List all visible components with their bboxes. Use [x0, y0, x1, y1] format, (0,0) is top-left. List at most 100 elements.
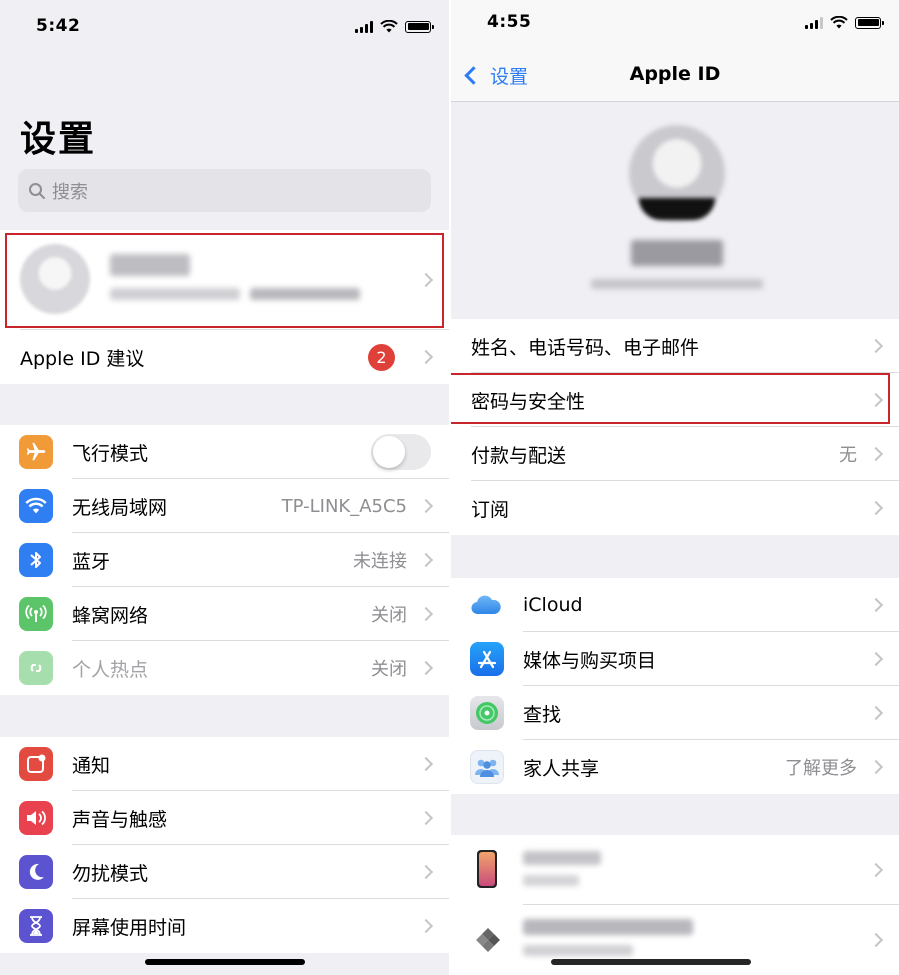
- hotspot-row[interactable]: 个人热点 关闭: [0, 641, 449, 695]
- iphone-icon: [477, 850, 497, 888]
- chevron-right-icon: [418, 552, 434, 568]
- status-icons: [805, 16, 884, 29]
- subscriptions-row[interactable]: 订阅: [451, 481, 899, 535]
- apple-id-profile-row[interactable]: [0, 230, 449, 330]
- cellular-value: 关闭: [371, 605, 407, 626]
- account-group: Apple ID 建议 2: [0, 230, 449, 384]
- redacted-device-model: [523, 945, 633, 956]
- icloud-row[interactable]: iCloud: [451, 578, 899, 632]
- find-my-row[interactable]: 查找: [451, 686, 899, 740]
- airplane-mode-toggle[interactable]: [371, 434, 431, 470]
- sounds-label: 声音与触感: [72, 808, 168, 831]
- battery-icon: [855, 16, 884, 29]
- bluetooth-row[interactable]: 蓝牙 未连接: [0, 533, 449, 587]
- home-indicator: [551, 959, 751, 965]
- chevron-right-icon: [868, 446, 884, 462]
- name-phone-email-row[interactable]: 姓名、电话号码、电子邮件: [451, 319, 899, 373]
- chevron-right-icon: [868, 338, 884, 354]
- chevron-right-icon: [868, 759, 884, 775]
- family-icon: [470, 750, 504, 784]
- app-store-icon: [470, 642, 504, 676]
- chevron-right-icon: [418, 498, 434, 514]
- chevron-right-icon: [868, 862, 884, 878]
- notifications-label: 通知: [72, 754, 111, 777]
- chevron-right-icon: [418, 864, 434, 880]
- search-input[interactable]: 搜索: [18, 169, 431, 212]
- status-bar: 4:55: [451, 0, 899, 50]
- sounds-row[interactable]: 声音与触感: [0, 791, 449, 845]
- chevron-right-icon: [868, 500, 884, 516]
- family-sharing-label: 家人共享: [523, 757, 600, 780]
- avatar-edit-band: [639, 198, 715, 220]
- nav-title: Apple ID: [629, 63, 721, 85]
- status-icons: [355, 20, 434, 33]
- notification-badge: 2: [368, 343, 395, 371]
- hourglass-icon: [19, 909, 53, 943]
- navigation-bar: 设置 Apple ID: [451, 50, 899, 102]
- dnd-row[interactable]: 勿扰模式: [0, 845, 449, 899]
- apple-id-suggestions-label: Apple ID 建议: [20, 347, 145, 370]
- payment-shipping-value: 无: [839, 445, 857, 466]
- search-placeholder: 搜索: [52, 181, 88, 203]
- password-security-label: 密码与安全性: [471, 390, 586, 413]
- cloud-icon: [469, 588, 503, 622]
- notification-icon: [19, 747, 53, 781]
- services-group: iCloud 媒体与购买项目 查找 家人共享 了解更多: [451, 578, 899, 794]
- settings-screen: 5:42 设置 搜索 Apple ID 建议 2 飞行模式 无线局域网 TP-L…: [0, 0, 449, 975]
- cellular-signal-icon: [355, 20, 373, 33]
- airplane-mode-row[interactable]: 飞行模式: [0, 425, 449, 479]
- chevron-right-icon: [868, 392, 884, 408]
- bluetooth-value: 未连接: [353, 551, 407, 572]
- chevron-right-icon: [418, 606, 434, 622]
- hotspot-value: 关闭: [371, 659, 407, 680]
- wifi-row[interactable]: 无线局域网 TP-LINK_A5C5: [0, 479, 449, 533]
- screentime-row[interactable]: 屏幕使用时间: [0, 899, 449, 953]
- chevron-right-icon: [868, 705, 884, 721]
- payment-shipping-row[interactable]: 付款与配送 无: [451, 427, 899, 481]
- system-group: 通知 声音与触感 勿扰模式 屏幕使用时间: [0, 737, 449, 953]
- chevron-right-icon: [418, 918, 434, 934]
- status-time: 4:55: [487, 12, 532, 32]
- chevron-right-icon: [418, 810, 434, 826]
- icloud-label: iCloud: [523, 594, 583, 616]
- bluetooth-icon: [19, 543, 53, 577]
- password-security-row[interactable]: 密码与安全性: [451, 373, 899, 427]
- status-bar: 5:42: [0, 0, 449, 50]
- redacted-name: [110, 254, 190, 276]
- notifications-row[interactable]: 通知: [0, 737, 449, 791]
- device-row[interactable]: [451, 835, 899, 905]
- apple-id-suggestions-row[interactable]: Apple ID 建议 2: [0, 330, 449, 384]
- cellular-row[interactable]: 蜂窝网络 关闭: [0, 587, 449, 641]
- chevron-right-icon: [418, 272, 434, 288]
- chevron-right-icon: [868, 651, 884, 667]
- chevron-right-icon: [418, 660, 434, 676]
- apple-id-screen: 4:55 设置 Apple ID 姓名、电话号码、电子邮件 密码与安全性 付款与…: [451, 0, 899, 975]
- family-sharing-row[interactable]: 家人共享 了解更多: [451, 740, 899, 794]
- redacted-device-name: [523, 851, 601, 865]
- redacted-device-name: [523, 919, 693, 935]
- chevron-right-icon: [418, 349, 434, 365]
- media-purchases-row[interactable]: 媒体与购买项目: [451, 632, 899, 686]
- windows-device-icon: [476, 928, 500, 952]
- airplane-icon: [19, 435, 53, 469]
- cellular-label: 蜂窝网络: [72, 604, 149, 627]
- home-indicator: [145, 959, 305, 965]
- cellular-signal-icon: [805, 16, 823, 29]
- chevron-right-icon: [868, 932, 884, 948]
- redacted-profile-email: [591, 279, 763, 289]
- status-time: 5:42: [36, 16, 81, 36]
- antenna-icon: [19, 597, 53, 631]
- connectivity-group: 飞行模式 无线局域网 TP-LINK_A5C5 蓝牙 未连接 蜂窝网络 关闭 个…: [0, 425, 449, 695]
- name-phone-email-label: 姓名、电话号码、电子邮件: [471, 336, 700, 359]
- bluetooth-label: 蓝牙: [72, 550, 111, 573]
- dnd-label: 勿扰模式: [72, 862, 149, 885]
- page-title: 设置: [20, 119, 97, 160]
- screentime-label: 屏幕使用时间: [72, 916, 187, 939]
- battery-icon: [405, 20, 434, 33]
- wifi-status-icon: [830, 16, 848, 29]
- avatar: [20, 244, 90, 314]
- search-icon: [29, 182, 45, 199]
- wifi-value: TP-LINK_A5C5: [281, 495, 407, 517]
- payment-shipping-label: 付款与配送: [471, 444, 567, 467]
- hotspot-label: 个人热点: [72, 658, 149, 681]
